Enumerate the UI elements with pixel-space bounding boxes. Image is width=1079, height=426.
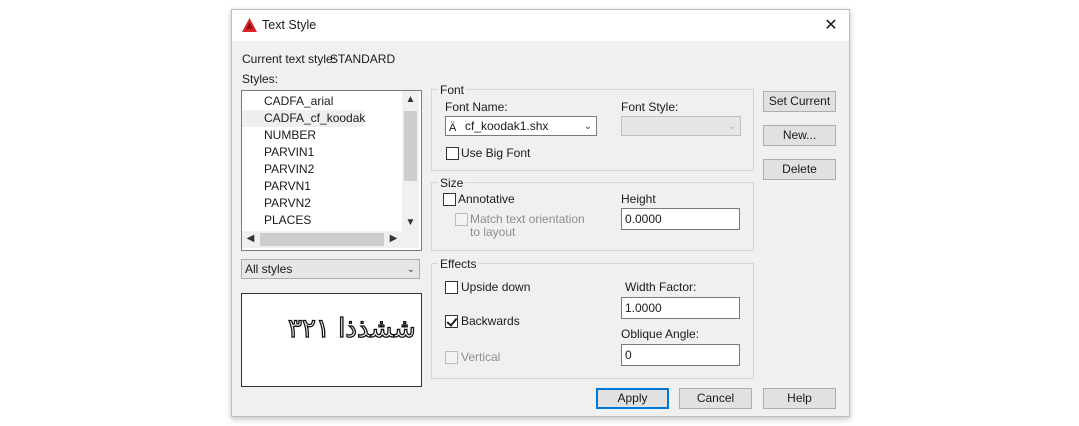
close-icon: ✕ [824,17,838,34]
backwards-label: Backwards [461,314,520,328]
scroll-down-icon[interactable]: ▼ [402,217,419,228]
styles-horizontal-scrollbar[interactable]: ◀ ▶ [242,231,402,248]
autocad-app-icon [242,18,257,32]
new-style-button[interactable]: New... [763,125,836,146]
chevron-down-icon: ⌄ [406,264,415,275]
style-item-cadfa-arial[interactable]: CADFA_arial [242,93,424,110]
effects-group-label: Effects [438,257,479,271]
upside-down-label: Upside down [461,280,531,294]
chevron-down-icon: ⌄ [727,121,736,132]
match-orientation-label: Match text orientation [470,212,585,226]
style-preview-box: ششذذا ۳۲۱ [241,293,422,387]
cancel-button[interactable]: Cancel [679,388,752,409]
font-name-value: cf_koodak1.shx [465,119,549,133]
styles-label: Styles: [242,72,279,86]
preview-text: ششذذا ۳۲۱ [287,313,416,344]
font-style-dropdown[interactable]: ⌄ [621,116,741,136]
help-button[interactable]: Help [763,388,836,409]
horizontal-scroll-thumb[interactable] [260,233,384,246]
style-item-parvn2[interactable]: PARVN2 [242,195,424,212]
style-item-places[interactable]: PLACES [242,212,424,229]
vertical-label: Vertical [461,350,501,364]
size-group-label: Size [438,176,466,190]
scroll-left-icon[interactable]: ◀ [242,233,259,244]
vertical-checkbox[interactable] [445,351,458,364]
annotative-checkbox[interactable] [443,193,456,206]
height-value: 0.0000 [625,212,662,226]
width-factor-value: 1.0000 [625,301,662,315]
shx-font-icon: Ä [449,122,457,134]
apply-button[interactable]: Apply [596,388,669,409]
height-input[interactable]: 0.0000 [621,208,740,230]
use-big-font-checkbox[interactable] [446,147,459,160]
style-item-number[interactable]: NUMBER [242,127,424,144]
oblique-angle-label: Oblique Angle: [621,327,700,341]
styles-vertical-scrollbar[interactable]: ▲ ▼ [402,91,419,231]
font-style-label: Font Style: [621,100,679,114]
oblique-angle-input[interactable]: 0 [621,344,740,366]
annotative-label: Annotative [458,192,515,206]
vertical-scroll-thumb[interactable] [404,111,417,181]
style-item-cadfa-cf-koodak[interactable]: CADFA_cf_koodak [242,110,365,127]
scroll-up-icon[interactable]: ▲ [402,94,419,105]
width-factor-input[interactable]: 1.0000 [621,297,740,319]
close-button[interactable]: ✕ [820,16,842,36]
styles-listbox[interactable]: CADFA_arial CADFA_cf_koodak NUMBER PARVI… [241,90,422,251]
style-item-parvn1[interactable]: PARVN1 [242,178,424,195]
match-orientation-checkbox[interactable] [455,213,468,226]
current-style-label: Current text style: [242,52,337,66]
style-filter-value: All styles [245,262,293,276]
oblique-angle-value: 0 [625,348,632,362]
scrollbar-corner [402,231,419,248]
font-group-label: Font [438,83,467,97]
title-bar: Text Style ✕ [232,10,849,41]
chevron-down-icon: ⌄ [583,121,592,132]
set-current-button[interactable]: Set Current [763,91,836,112]
use-big-font-label: Use Big Font [461,146,531,160]
width-factor-label: Width Factor: [625,280,697,294]
font-name-label: Font Name: [445,100,508,114]
style-item-parvin2[interactable]: PARVIN2 [242,161,424,178]
style-filter-dropdown[interactable]: All styles ⌄ [241,259,420,279]
current-style-value: STANDARD [330,52,396,66]
text-style-dialog: Text Style ✕ Current text style: STANDAR… [231,9,850,417]
window-title: Text Style [262,18,317,32]
height-label: Height [621,192,656,206]
style-item-parvin1[interactable]: PARVIN1 [242,144,424,161]
font-name-dropdown[interactable]: Ä cf_koodak1.shx ⌄ [445,116,597,136]
upside-down-checkbox[interactable] [445,281,458,294]
delete-style-button[interactable]: Delete [763,159,836,180]
backwards-checkbox[interactable] [445,315,458,328]
match-orientation-label-line2: to layout [470,225,516,239]
scroll-right-icon[interactable]: ▶ [385,233,402,244]
